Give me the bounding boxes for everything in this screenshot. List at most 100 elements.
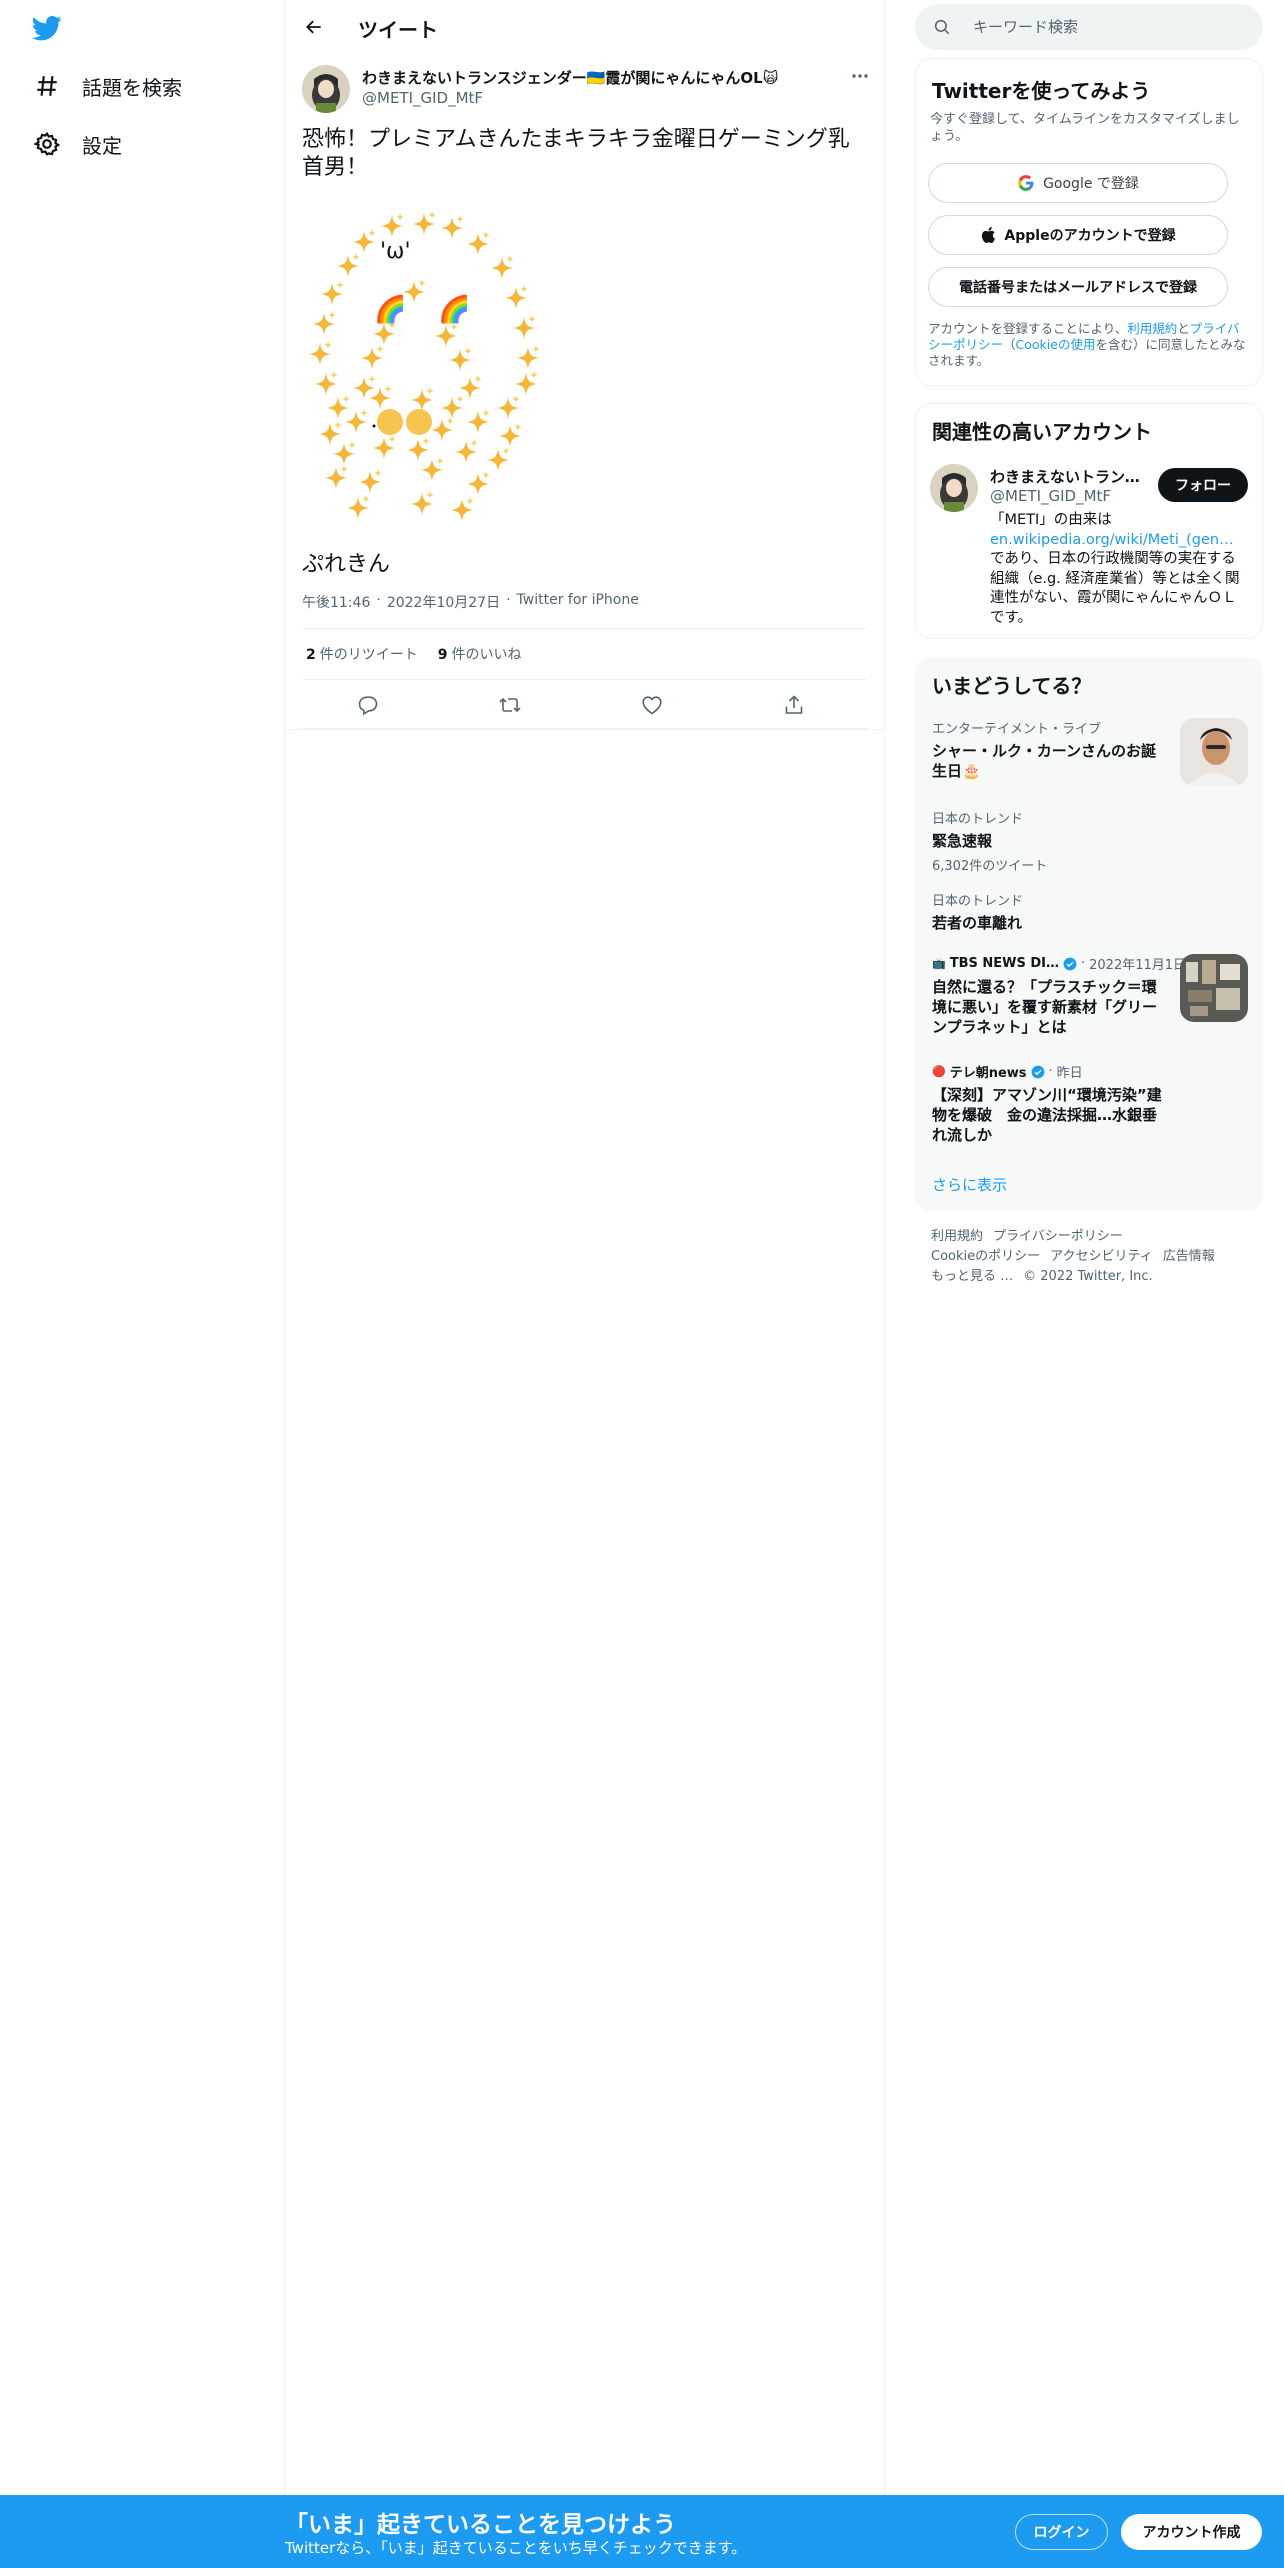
news-source: 🔴 テレ朝news · 昨日 [932,1062,1252,1081]
sparkle-art: 'ω' 🌈 🌈 [302,208,552,528]
author-handle[interactable]: @METI_GID_MtF [362,89,483,107]
twitter-bird-icon[interactable] [30,13,64,43]
sparkle-glyph [353,375,376,399]
trend-title: 若者の車離れ [932,914,1023,932]
trends-card: いまどうしてる？ エンターテイメント・ライブ シャー・ルク・カーンさんのお誕生日… [915,657,1263,1211]
legal-paren: （ [1003,337,1016,352]
reply-icon [356,693,380,717]
phone-signup-button[interactable]: 電話番号またはメールアドレスで登録 [928,267,1228,307]
news-item[interactable]: 🔴 テレ朝news · 昨日 【深刻】アマゾン川“環境汚染”建物を爆破 金の違法… [932,1062,1252,1145]
sparkle-glyph [441,395,464,419]
search-box[interactable] [915,4,1263,50]
like-label: 件のいいね [451,647,522,663]
trend-title: シャー・ルク・カーンさんのお誕生日🎂 [932,742,1156,780]
google-signup-label: Google で登録 [1043,176,1139,192]
cookie-link[interactable]: Cookieの使用 [1016,337,1096,352]
related-bio: 「METI」の由来は en.wikipedia.org/wiki/Meti_(g… [990,511,1250,628]
like-stat[interactable]: 9 件のいいね [438,644,522,664]
verified-badge-icon [1063,957,1077,971]
sparkle-glyph [467,471,490,495]
arrow-left-icon [304,17,324,37]
left-navigation: 話題を検索 設定 [0,0,285,2495]
create-account-button[interactable]: アカウント作成 [1121,2514,1262,2550]
show-more-link[interactable]: さらに表示 [932,1174,1007,1195]
terms-link[interactable]: 利用規約 [1127,321,1177,336]
sparkle-glyph [451,497,474,521]
google-signup-button[interactable]: Google で登録 [928,163,1228,203]
trend-item[interactable]: 日本のトレンド 緊急速報 6,302件のツイート [932,808,1252,874]
trend-thumbnail[interactable] [1180,718,1248,786]
tweet-source[interactable]: Twitter for iPhone [517,592,639,612]
sparkle-glyph [487,447,510,471]
phone-signup-label: 電話番号またはメールアドレスで登録 [959,280,1197,296]
nav-item-explore[interactable]: 話題を検索 [22,60,194,112]
retweet-stat[interactable]: 2 件のリツイート [306,644,418,664]
sparkle-glyph [449,347,472,371]
news-title: 【深刻】アマゾン川“環境汚染”建物を爆破 金の違法採掘…水銀垂れ流しか [932,1086,1162,1144]
bio-link[interactable]: en.wikipedia.org/wiki/Meti_(gen… [990,532,1234,548]
divider [285,729,885,730]
news-thumbnail[interactable] [1180,954,1248,1022]
trend-item[interactable]: 日本のトレンド 若者の車離れ [932,890,1252,933]
related-avatar[interactable] [930,464,978,512]
art-circle-left [377,409,403,435]
tweet-date[interactable]: 2022年10月27日 [387,592,500,612]
more-options-button[interactable] [845,66,875,86]
author-name[interactable]: わきまえないトランスジェンダー🇺🇦霞が関にゃんにゃんOL🙀 [362,67,778,88]
news-source-name: TBS NEWS DI… [949,956,1059,971]
copyright: © 2022 Twitter, Inc. [1023,1269,1153,1284]
login-button[interactable]: ログイン [1015,2514,1108,2550]
like-button[interactable] [640,693,664,717]
sparkle-glyph [347,495,370,519]
retweet-count: 2 [306,647,316,663]
bio-suffix: であり、日本の行政機関等の実在する組織（e.g. 経済産業省）等とは全く関連性が… [990,551,1240,626]
news-source-name: テレ朝news [949,1066,1027,1081]
footer-link-ads[interactable]: 広告情報 [1163,1249,1215,1264]
sparkle-glyph [491,255,514,279]
sparkle-glyph [337,253,360,277]
tweet-time[interactable]: 午後11:46 [302,592,370,612]
meta-separator: · [506,592,511,608]
author-avatar[interactable] [302,65,350,113]
sparkle-glyph [497,395,520,419]
sparkle-glyph [467,409,490,433]
sparkle-glyph [513,315,536,339]
google-icon [1017,174,1035,192]
sparkle-glyph [361,345,384,369]
nav-item-settings[interactable]: 設定 [22,118,134,170]
follow-button[interactable]: フォロー [1158,468,1248,502]
back-button[interactable] [297,10,331,44]
apple-signup-label: Appleのアカウントで登録 [1004,228,1176,244]
sparkle-glyph [411,387,434,411]
retweet-icon [498,693,522,717]
sparkle-glyph [369,385,392,409]
search-input[interactable] [971,4,1241,50]
sparkle-glyph [353,229,376,253]
share-button[interactable] [782,693,806,717]
tweet-actions [302,681,868,729]
news-time: 昨日 [1056,1066,1083,1081]
gear-icon [34,131,60,157]
sparkle-glyph [459,375,482,399]
related-handle[interactable]: @METI_GID_MtF [990,487,1111,505]
art-rainbow-left: 🌈 [374,293,406,325]
footer-link-more[interactable]: もっと見る … [931,1269,1013,1284]
footer-link-accessibility[interactable]: アクセシビリティ [1050,1249,1153,1264]
signup-subtitle: 今すぐ登録して、タイムラインをカスタマイズしましょう。 [930,112,1240,144]
sparkle-glyph [321,281,344,305]
footer-link-terms[interactable]: 利用規約 [931,1229,983,1244]
footer-link-privacy[interactable]: プライバシーポリシー [993,1229,1123,1244]
retweet-button[interactable] [498,693,522,717]
sparkle-glyph [403,279,426,303]
signup-legal-text: アカウントを登録することにより、利用規約とプライバシーポリシー（Cookieの使… [928,321,1248,369]
sparkle-glyph [333,441,356,465]
bio-prefix: 「METI」の由来は [990,512,1112,528]
sparkle-glyph [325,465,348,489]
footer-link-cookie[interactable]: Cookieのポリシー [931,1249,1040,1264]
apple-icon [980,226,996,244]
verified-badge-icon [1031,1065,1045,1079]
tweet-meta: 午後11:46 · 2022年10月27日 · Twitter for iPho… [302,592,639,612]
related-name[interactable]: わきまえないトランスジェンダー🇺🇦霞が関にゃんにゃんOL🙀 [990,466,1140,487]
reply-button[interactable] [356,693,380,717]
apple-signup-button[interactable]: Appleのアカウントで登録 [928,215,1228,255]
